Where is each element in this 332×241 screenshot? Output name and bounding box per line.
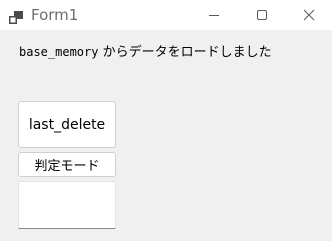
app-icon [9,9,23,24]
form1-window: Form1 base_memory からデータをロードしました last_del… [0,0,332,241]
status-code-text: base_memory [19,45,99,59]
minimize-icon [209,15,219,16]
maximize-icon [257,10,267,20]
status-label: base_memory からデータをロードしました [19,43,272,62]
minimize-button[interactable] [191,0,237,30]
status-message: からデータをロードしました [98,45,272,60]
text-input-box[interactable] [18,181,116,229]
close-icon [303,9,315,21]
judge-mode-button[interactable]: 判定モード [18,152,116,177]
window-title: Form1 [31,6,79,24]
last-delete-button[interactable]: last_delete [18,101,116,148]
close-button[interactable] [286,0,332,30]
maximize-button[interactable] [239,0,285,30]
title-bar[interactable]: Form1 [0,0,332,30]
